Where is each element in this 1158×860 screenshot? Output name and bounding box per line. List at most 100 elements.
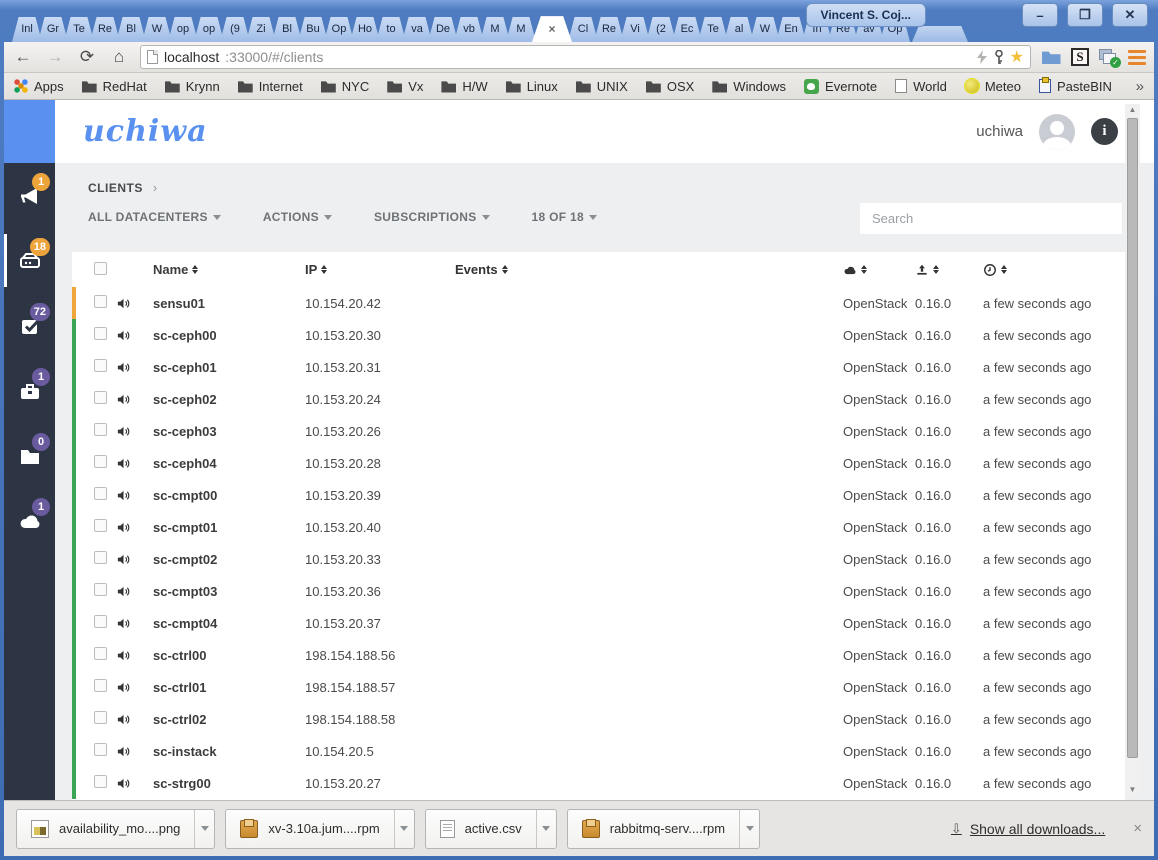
select-all-checkbox[interactable] [94, 261, 107, 275]
bookmark-item[interactable]: H/W [441, 79, 488, 94]
row-checkbox[interactable] [94, 487, 107, 500]
bookmark-item[interactable]: Apps [14, 79, 64, 94]
silence-icon[interactable] [116, 296, 153, 311]
zap-disabled-icon[interactable] [976, 50, 988, 64]
bookmark-item[interactable]: UNIX [575, 79, 628, 94]
bookmark-item[interactable]: Linux [505, 79, 558, 94]
row-checkbox[interactable] [94, 295, 107, 308]
browser-tab[interactable]: Op [324, 17, 354, 42]
row-checkbox[interactable] [94, 743, 107, 756]
maximize-button[interactable]: ❐ [1067, 3, 1103, 27]
back-icon[interactable]: ← [12, 47, 34, 67]
client-name[interactable]: sc-cmpt02 [153, 552, 305, 567]
sidebar-item-clients[interactable]: 18 [4, 228, 55, 293]
row-checkbox[interactable] [94, 775, 107, 788]
column-events[interactable]: Events [455, 262, 843, 277]
filter-subscriptions[interactable]: SUBSCRIPTIONS [374, 210, 490, 224]
silence-icon[interactable] [116, 520, 153, 535]
column-datacenter[interactable] [843, 263, 915, 277]
browser-tab[interactable]: Zi [246, 17, 276, 42]
client-name[interactable]: sc-cmpt00 [153, 488, 305, 503]
download-item[interactable]: xv-3.10a.jum....rpm [225, 808, 415, 849]
new-tab-button[interactable] [912, 26, 968, 42]
sidebar-item-stashes[interactable]: 0 [4, 423, 55, 488]
column-version[interactable] [915, 263, 983, 277]
browser-tab[interactable]: En [776, 17, 806, 42]
row-checkbox[interactable] [94, 679, 107, 692]
s-extension-icon[interactable]: S [1071, 48, 1089, 66]
info-icon[interactable]: i [1091, 118, 1118, 145]
client-name[interactable]: sc-cmpt04 [153, 616, 305, 631]
bookmark-item[interactable]: RedHat [81, 79, 147, 94]
client-name[interactable]: sc-cmpt01 [153, 520, 305, 535]
bookmarks-overflow-icon[interactable]: » [1136, 78, 1144, 95]
row-checkbox[interactable] [94, 519, 107, 532]
download-item[interactable]: rabbitmq-serv....rpm [566, 808, 761, 849]
browser-tab[interactable]: De [428, 17, 458, 42]
client-row[interactable]: sc-ceph01 10.153.20.31 OpenStack 0.16.0 … [72, 351, 1125, 383]
browser-tab[interactable]: W [750, 17, 780, 42]
client-name[interactable]: sc-ceph03 [153, 424, 305, 439]
minimize-button[interactable]: – [1022, 3, 1058, 27]
row-checkbox[interactable] [94, 615, 107, 628]
client-row[interactable]: sc-ctrl00 198.154.188.56 OpenStack 0.16.… [72, 639, 1125, 671]
download-menu-caret[interactable] [535, 809, 556, 848]
silence-icon[interactable] [116, 712, 153, 727]
sidebar-item-aggregates[interactable]: 1 [4, 358, 55, 423]
browser-tab[interactable]: Re [90, 17, 120, 42]
breadcrumb-current[interactable]: CLIENTS [88, 181, 143, 195]
scrollbar-thumb[interactable] [1127, 118, 1138, 758]
filter-datacenters[interactable]: ALL DATACENTERS [88, 210, 221, 224]
client-name[interactable]: sc-instack [153, 744, 305, 759]
bookmark-star-icon[interactable]: ★ [1010, 47, 1024, 67]
bookmark-item[interactable]: Krynn [164, 79, 220, 94]
sidebar-item-checks[interactable]: 72 [4, 293, 55, 358]
browser-tab[interactable]: vb [454, 17, 484, 42]
client-row[interactable]: sc-cmpt00 10.153.20.39 OpenStack 0.16.0 … [72, 479, 1125, 511]
bookmark-item[interactable]: World [895, 79, 947, 94]
silence-icon[interactable] [116, 680, 153, 695]
bookmark-item[interactable]: PasteBIN [1038, 77, 1112, 94]
browser-tab[interactable]: Te [64, 17, 94, 42]
silence-icon[interactable] [116, 360, 153, 375]
column-name[interactable]: Name [153, 262, 305, 277]
row-checkbox[interactable] [94, 583, 107, 596]
browser-tab[interactable]: W [142, 17, 172, 42]
silence-icon[interactable] [116, 648, 153, 663]
browser-menu-icon[interactable] [1128, 49, 1146, 65]
show-all-downloads-link[interactable]: ⇩ Show all downloads... [951, 821, 1105, 837]
browser-tab[interactable]: (2 [646, 17, 676, 42]
browser-tab[interactable]: M [506, 17, 536, 42]
scroll-up-icon[interactable]: ▲ [1129, 104, 1137, 116]
client-name[interactable]: sc-ceph01 [153, 360, 305, 375]
client-row[interactable]: sc-cmpt01 10.153.20.40 OpenStack 0.16.0 … [72, 511, 1125, 543]
row-checkbox[interactable] [94, 423, 107, 436]
client-name[interactable]: sc-cmpt03 [153, 584, 305, 599]
sidebar-item-events[interactable]: 1 [4, 163, 55, 228]
address-bar[interactable]: localhost :33000/#/clients ★ [140, 45, 1031, 69]
browser-tab[interactable]: Ec [672, 17, 702, 42]
scroll-down-icon[interactable]: ▼ [1129, 784, 1137, 796]
uchiwa-logo[interactable]: uchiwa [83, 114, 208, 149]
client-name[interactable]: sensu01 [153, 296, 305, 311]
silence-icon[interactable] [116, 424, 153, 439]
column-last-seen[interactable] [983, 263, 1125, 277]
client-name[interactable]: sc-ceph00 [153, 328, 305, 343]
sidebar-item-datacenters[interactable]: 1 [4, 488, 55, 553]
page-scrollbar[interactable]: ▲ ▼ [1125, 104, 1140, 796]
bookmark-item[interactable]: Vx [387, 79, 423, 94]
client-row[interactable]: sc-ceph00 10.153.20.30 OpenStack 0.16.0 … [72, 319, 1125, 351]
bookmark-item[interactable]: Evernote [804, 78, 877, 94]
silence-icon[interactable] [116, 456, 153, 471]
row-checkbox[interactable] [94, 327, 107, 340]
browser-tab[interactable]: Re [594, 17, 624, 42]
bookmark-item[interactable]: Meteo [964, 79, 1021, 94]
sessions-extension-icon[interactable]: ✓ [1099, 49, 1121, 68]
client-row[interactable]: sc-ctrl01 198.154.188.57 OpenStack 0.16.… [72, 671, 1125, 703]
search-input[interactable] [860, 203, 1122, 234]
silence-icon[interactable] [116, 584, 153, 599]
browser-tab[interactable]: Bu [298, 17, 328, 42]
client-row[interactable]: sc-cmpt02 10.153.20.33 OpenStack 0.16.0 … [72, 543, 1125, 575]
forward-icon[interactable]: → [44, 47, 66, 67]
client-row[interactable]: sc-instack 10.154.20.5 OpenStack 0.16.0 … [72, 735, 1125, 767]
